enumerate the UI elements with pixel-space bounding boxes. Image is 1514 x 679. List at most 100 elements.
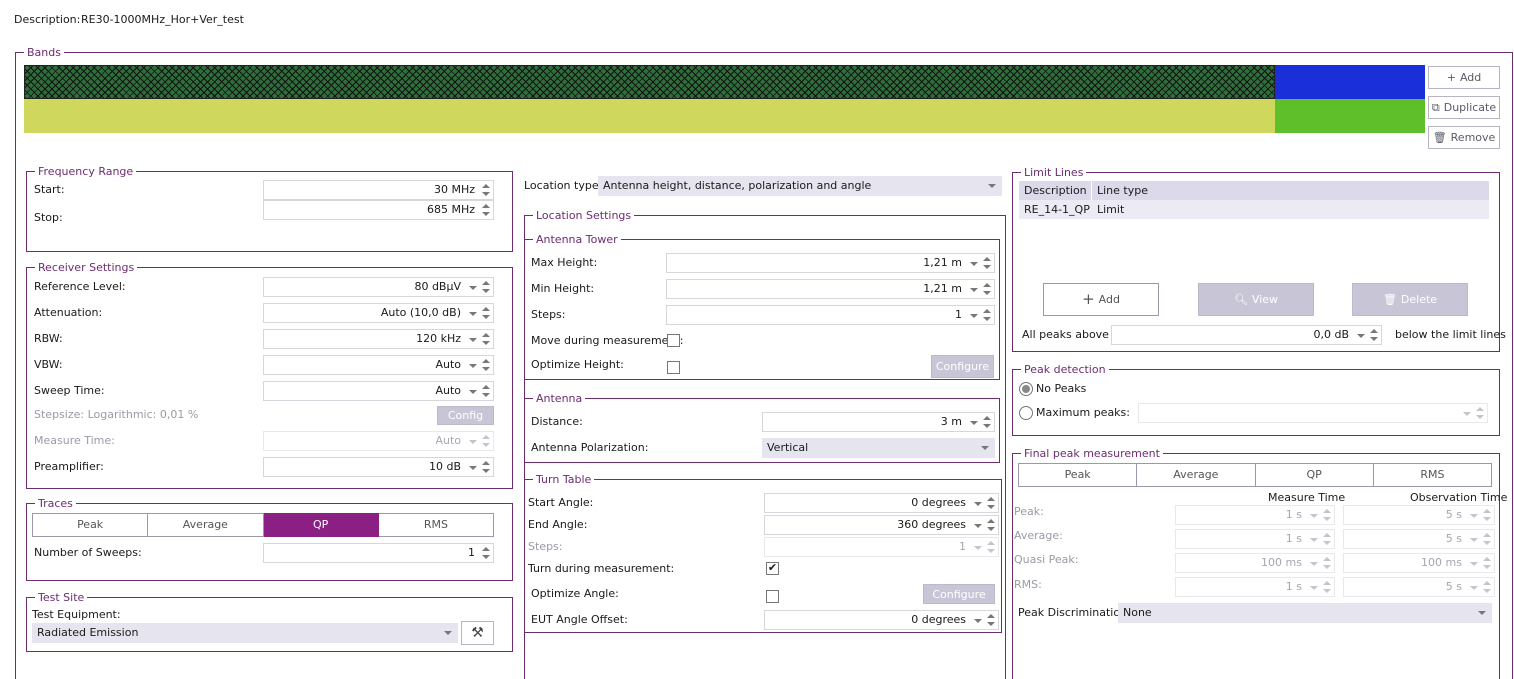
location-type-select[interactable]: Antenna height, distance, polarization a…: [598, 176, 1002, 196]
tower-configure-button[interactable]: Configure: [931, 355, 994, 378]
spin-icon[interactable]: [480, 181, 493, 199]
spin-icon[interactable]: [985, 494, 998, 512]
dropdown-icon[interactable]: [971, 611, 985, 629]
final-average-measure[interactable]: 1 s: [1175, 529, 1335, 549]
spin-icon[interactable]: [1481, 530, 1494, 548]
config-button[interactable]: Config: [437, 406, 494, 425]
final-tab-rms[interactable]: RMS: [1373, 463, 1492, 487]
max-height-input[interactable]: 1,21 m: [666, 253, 995, 273]
spin-icon[interactable]: [1481, 578, 1494, 596]
dropdown-icon[interactable]: [1307, 554, 1321, 572]
freq-stop-input[interactable]: 685 MHz: [263, 200, 494, 220]
dropdown-icon[interactable]: [1467, 578, 1481, 596]
final-rms-observation[interactable]: 5 s: [1343, 577, 1495, 597]
dropdown-icon[interactable]: [1307, 530, 1321, 548]
move-during-checkbox[interactable]: [667, 334, 680, 347]
final-peak-measure[interactable]: 1 s: [1175, 505, 1335, 525]
max-peaks-input[interactable]: [1138, 403, 1488, 423]
spin-icon[interactable]: [480, 201, 493, 219]
final-peak-observation[interactable]: 5 s: [1343, 505, 1495, 525]
final-tab-average[interactable]: Average: [1137, 463, 1256, 487]
dropdown-icon[interactable]: [971, 516, 985, 534]
sweep-time-input[interactable]: Auto: [263, 381, 494, 401]
dropdown-icon[interactable]: [1467, 530, 1481, 548]
rbw-input[interactable]: 120 kHz: [263, 329, 494, 349]
band-bar-blue[interactable]: [1275, 65, 1425, 99]
spin-icon[interactable]: [981, 306, 994, 324]
polarization-select[interactable]: Vertical: [762, 438, 995, 458]
tower-steps-input[interactable]: 1: [666, 305, 995, 325]
dropdown-icon[interactable]: [967, 306, 981, 324]
spin-icon[interactable]: [981, 280, 994, 298]
dropdown-icon[interactable]: [1467, 554, 1481, 572]
limit-view-button[interactable]: 🔍︎ View: [1198, 283, 1314, 316]
spin-icon[interactable]: [1321, 578, 1334, 596]
dropdown-icon[interactable]: [967, 413, 981, 431]
band-add-button[interactable]: + Add: [1428, 66, 1500, 89]
spin-icon[interactable]: [480, 356, 493, 374]
band-remove-button[interactable]: 🗑 Remove: [1428, 126, 1500, 149]
peak-discrimination-select[interactable]: None: [1118, 603, 1492, 623]
traces-tab-peak[interactable]: Peak: [32, 513, 149, 537]
dropdown-icon[interactable]: [466, 458, 480, 476]
limit-delete-button[interactable]: 🗑 Delete: [1352, 283, 1468, 316]
dropdown-icon[interactable]: [466, 304, 480, 322]
band-bar-hatched[interactable]: [24, 65, 1275, 99]
dropdown-icon[interactable]: [1460, 404, 1474, 422]
end-angle-input[interactable]: 360 degrees: [764, 515, 999, 535]
dropdown-icon[interactable]: [967, 254, 981, 272]
spin-icon[interactable]: [480, 330, 493, 348]
spin-icon[interactable]: [480, 278, 493, 296]
dropdown-icon[interactable]: [971, 494, 985, 512]
dropdown-icon[interactable]: [1307, 578, 1321, 596]
spin-icon[interactable]: [480, 544, 493, 562]
dropdown-icon[interactable]: [971, 538, 985, 556]
start-angle-input[interactable]: 0 degrees: [764, 493, 999, 513]
final-rms-measure[interactable]: 1 s: [1175, 577, 1335, 597]
optimize-angle-checkbox[interactable]: [766, 590, 779, 603]
final-tab-peak[interactable]: Peak: [1018, 463, 1138, 487]
vbw-input[interactable]: Auto: [263, 355, 494, 375]
attenuation-input[interactable]: Auto (10,0 dB): [263, 303, 494, 323]
ref-level-input[interactable]: 80 dBµV: [263, 277, 494, 297]
final-qp-observation[interactable]: 100 ms: [1343, 553, 1495, 573]
measure-time-input[interactable]: Auto: [263, 431, 494, 451]
dropdown-icon[interactable]: [466, 330, 480, 348]
spin-icon[interactable]: [985, 611, 998, 629]
sweeps-input[interactable]: 1: [263, 543, 494, 563]
spin-icon[interactable]: [985, 516, 998, 534]
spin-icon[interactable]: [480, 304, 493, 322]
spin-icon[interactable]: [981, 254, 994, 272]
test-equipment-select[interactable]: Radiated Emission: [32, 623, 458, 643]
spin-icon[interactable]: [1321, 554, 1334, 572]
band-bar-green[interactable]: [1275, 99, 1425, 133]
turntable-configure-button[interactable]: Configure: [923, 584, 995, 604]
dropdown-icon[interactable]: [466, 432, 480, 450]
tools-icon[interactable]: ⚒: [461, 621, 494, 645]
turn-during-checkbox[interactable]: ✔: [766, 562, 779, 575]
spin-icon[interactable]: [1481, 554, 1494, 572]
spin-icon[interactable]: [1368, 326, 1381, 344]
final-average-observation[interactable]: 5 s: [1343, 529, 1495, 549]
dropdown-icon[interactable]: [466, 356, 480, 374]
band-bar-yellow[interactable]: [24, 99, 1275, 133]
no-peaks-radio[interactable]: [1019, 382, 1033, 396]
spin-icon[interactable]: [480, 458, 493, 476]
spin-icon[interactable]: [480, 432, 493, 450]
dropdown-icon[interactable]: [466, 278, 480, 296]
spin-icon[interactable]: [1474, 404, 1487, 422]
band-duplicate-button[interactable]: ⧉ Duplicate: [1428, 96, 1500, 119]
dropdown-icon[interactable]: [1467, 506, 1481, 524]
dropdown-icon[interactable]: [1307, 506, 1321, 524]
spin-icon[interactable]: [1321, 530, 1334, 548]
freq-start-input[interactable]: 30 MHz: [263, 180, 494, 200]
distance-input[interactable]: 3 m: [762, 412, 995, 432]
traces-tab-qp[interactable]: QP: [263, 513, 379, 537]
turntable-steps-input[interactable]: 1: [764, 537, 999, 557]
spin-icon[interactable]: [1321, 506, 1334, 524]
spin-icon[interactable]: [480, 382, 493, 400]
limit-add-button[interactable]: + Add: [1043, 283, 1159, 316]
spin-icon[interactable]: [981, 413, 994, 431]
angle-offset-input[interactable]: 0 degrees: [764, 610, 999, 630]
dropdown-icon[interactable]: [466, 382, 480, 400]
